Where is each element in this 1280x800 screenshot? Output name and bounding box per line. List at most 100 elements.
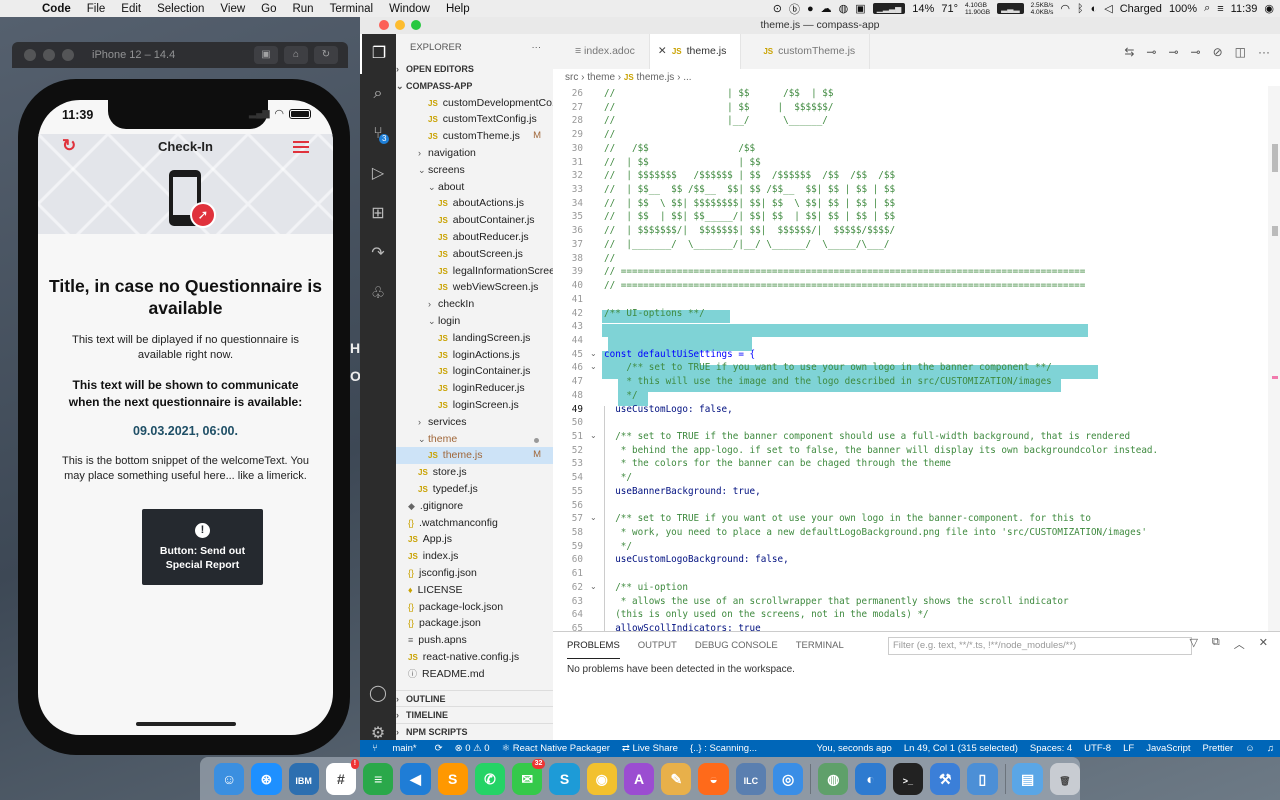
tree-file[interactable]: JS customTextConfig.js — [396, 111, 553, 128]
home-icon[interactable]: ⌂ — [284, 46, 308, 64]
menu-help[interactable]: Help — [438, 3, 478, 15]
temperature[interactable]: 71° — [941, 3, 958, 15]
minimize-button[interactable] — [395, 20, 405, 30]
react-native-packager[interactable]: ⚛ React Native Packager — [496, 740, 616, 757]
feedback-icon[interactable]: ☺ — [1239, 740, 1261, 757]
battery-status[interactable]: Charged — [1120, 3, 1162, 15]
tree-file[interactable]: JS loginContainer.js — [396, 363, 553, 380]
ilc-icon[interactable]: ILC — [735, 762, 766, 795]
cursor-position[interactable]: Ln 49, Col 1 (315 selected) — [898, 740, 1024, 757]
scroll-thumb[interactable] — [1272, 144, 1278, 172]
search-icon[interactable]: ⌕ — [360, 74, 396, 114]
special-report-button[interactable]: ! Button: Send out Special Report — [142, 509, 263, 585]
tab-debug-console[interactable]: DEBUG CONSOLE — [695, 632, 778, 659]
tab-customtheme-js[interactable]: JS customTheme.js — [741, 34, 871, 69]
search-icon[interactable]: ⌕ — [1204, 2, 1210, 15]
messages-icon[interactable]: ✉ 32 — [512, 758, 546, 795]
ibm-app-icon[interactable]: IBM — [288, 762, 319, 795]
open-editors-section[interactable]: › OPEN EDITORS — [396, 61, 553, 78]
notes-app-icon[interactable]: ✎ — [661, 762, 692, 795]
camera-icon[interactable]: ◐ — [855, 762, 886, 795]
sync-icon[interactable]: ⟳ — [429, 740, 449, 757]
airdrop-icon[interactable]: ◎ — [772, 762, 804, 795]
bell-icon[interactable]: ♫ — [1261, 740, 1280, 757]
firefox-icon[interactable]: ◒ — [698, 762, 729, 795]
chrome-icon[interactable]: ◉ — [586, 762, 617, 795]
timeline-section[interactable]: › TIMELINE — [396, 706, 553, 723]
skype-icon[interactable]: S — [549, 762, 580, 795]
crumb-file[interactable]: theme.js — [637, 72, 675, 83]
tree-file[interactable]: JS aboutScreen.js — [396, 246, 553, 263]
simulator-icon[interactable]: ▯ — [967, 762, 998, 795]
maximize-panel-icon[interactable]: ︿ — [1234, 636, 1245, 652]
explorer-icon[interactable]: ❐ — [360, 34, 396, 74]
menu-go[interactable]: Go — [253, 3, 284, 15]
tree-file[interactable]: JS react-native.config.js — [396, 649, 553, 666]
encoding[interactable]: UTF-8 — [1078, 740, 1117, 757]
tab-output[interactable]: OUTPUT — [638, 632, 677, 659]
run-debug-icon[interactable]: ▷ — [360, 154, 396, 194]
tree-file[interactable]: ≡ push.apns — [396, 632, 553, 649]
clock[interactable]: 11:39 — [1231, 3, 1258, 15]
outline-section[interactable]: › OUTLINE — [396, 689, 553, 707]
menu-edit[interactable]: Edit — [113, 3, 149, 15]
tree-file[interactable]: JS theme.js M — [396, 447, 553, 465]
terminal-icon[interactable]: >_ — [892, 762, 923, 795]
tree-file[interactable]: {} package-lock.json — [396, 599, 553, 616]
language-mode[interactable]: JavaScript — [1140, 740, 1196, 757]
project-section[interactable]: ⌄ COMPASS-APP — [396, 78, 553, 95]
siri-icon[interactable]: ◉ — [1264, 2, 1274, 15]
toggle-blame-icon[interactable]: ⊘ — [1213, 45, 1223, 59]
extensions-icon[interactable]: ⊞ — [360, 194, 396, 234]
folder-icon[interactable]: ▤ — [1012, 762, 1043, 795]
tree-file[interactable]: JS aboutContainer.js — [396, 212, 553, 229]
close-tab-icon[interactable]: ✕ — [658, 34, 667, 69]
crumb-symbol[interactable]: ... — [683, 72, 691, 83]
tree-file[interactable]: JS landingScreen.js — [396, 330, 553, 347]
zoom-button[interactable] — [411, 20, 421, 30]
filter-icon[interactable]: ▽ — [1189, 636, 1197, 652]
tree-file[interactable]: JS customTheme.js M — [396, 128, 553, 145]
tab-index-adoc[interactable]: ≡ index.adoc — [553, 34, 650, 69]
fold-chevron-icon[interactable]: ⌄ — [590, 513, 597, 522]
tree-folder[interactable]: ⌄ theme — [396, 431, 553, 448]
problems-filter-input[interactable]: Filter (e.g. text, **/*.ts, !**/node_mod… — [888, 637, 1192, 655]
memory-graph[interactable]: ▂▃▂ — [997, 3, 1024, 14]
tab-terminal[interactable]: TERMINAL — [796, 632, 844, 659]
menu-view[interactable]: View — [212, 3, 253, 15]
memory-stats[interactable]: 4.10GB 11.90GB — [965, 2, 990, 16]
crumb-src[interactable]: src — [565, 72, 578, 83]
tab-problems[interactable]: PROBLEMS — [567, 632, 620, 659]
rotate-icon[interactable]: ↻ — [314, 46, 338, 64]
tree-folder[interactable]: ⌄ login — [396, 313, 553, 330]
tree-file[interactable]: JS webViewScreen.js — [396, 279, 553, 296]
more-actions-icon[interactable]: ··· — [1258, 45, 1270, 59]
menu-file[interactable]: File — [79, 3, 114, 15]
menu-window[interactable]: Window — [381, 3, 438, 15]
circle-app-icon[interactable]: ● — [807, 3, 814, 15]
b-app-icon[interactable]: ⓑ — [789, 1, 800, 17]
open-changes-icon[interactable]: ⇆ — [1124, 45, 1134, 59]
more-icon[interactable]: ··· — [532, 34, 542, 61]
tree-file[interactable]: JS typedef.js — [396, 481, 553, 498]
collapse-all-icon[interactable]: ⧉ — [1212, 636, 1220, 652]
affinity-icon[interactable]: A — [623, 762, 655, 795]
tree-file[interactable]: JS loginScreen.js — [396, 397, 553, 414]
globe-icon[interactable]: ◍ — [839, 2, 849, 15]
formatter[interactable]: Prettier — [1197, 740, 1240, 757]
tree-icon[interactable]: ♧ — [360, 274, 396, 314]
tree-file[interactable]: JS customDevelopmentCo... — [396, 95, 553, 112]
bluetooth-share-icon[interactable]: ⊙ — [773, 2, 782, 15]
tree-file[interactable]: {} package.json — [396, 615, 553, 632]
tree-file[interactable]: JS aboutActions.js — [396, 195, 553, 212]
fold-chevron-icon[interactable]: ⌄ — [590, 349, 597, 358]
vscode-icon[interactable]: ◀ — [400, 762, 431, 795]
sublime-icon[interactable]: S — [437, 762, 468, 795]
tree-file[interactable]: JS index.js — [396, 548, 553, 565]
wifi-icon[interactable]: ◠ — [1060, 2, 1070, 15]
tree-folder[interactable]: ⌄ about — [396, 179, 553, 196]
screenshot-icon[interactable]: ▣ — [254, 46, 278, 64]
tree-folder[interactable]: › checkIn — [396, 296, 553, 313]
code-editor[interactable]: 26 // | $$ /$$ | $$ 27 // | $$ | $$$$$$/ 28 /… — [553, 86, 1280, 631]
fold-chevron-icon[interactable]: ⌄ — [590, 582, 597, 591]
